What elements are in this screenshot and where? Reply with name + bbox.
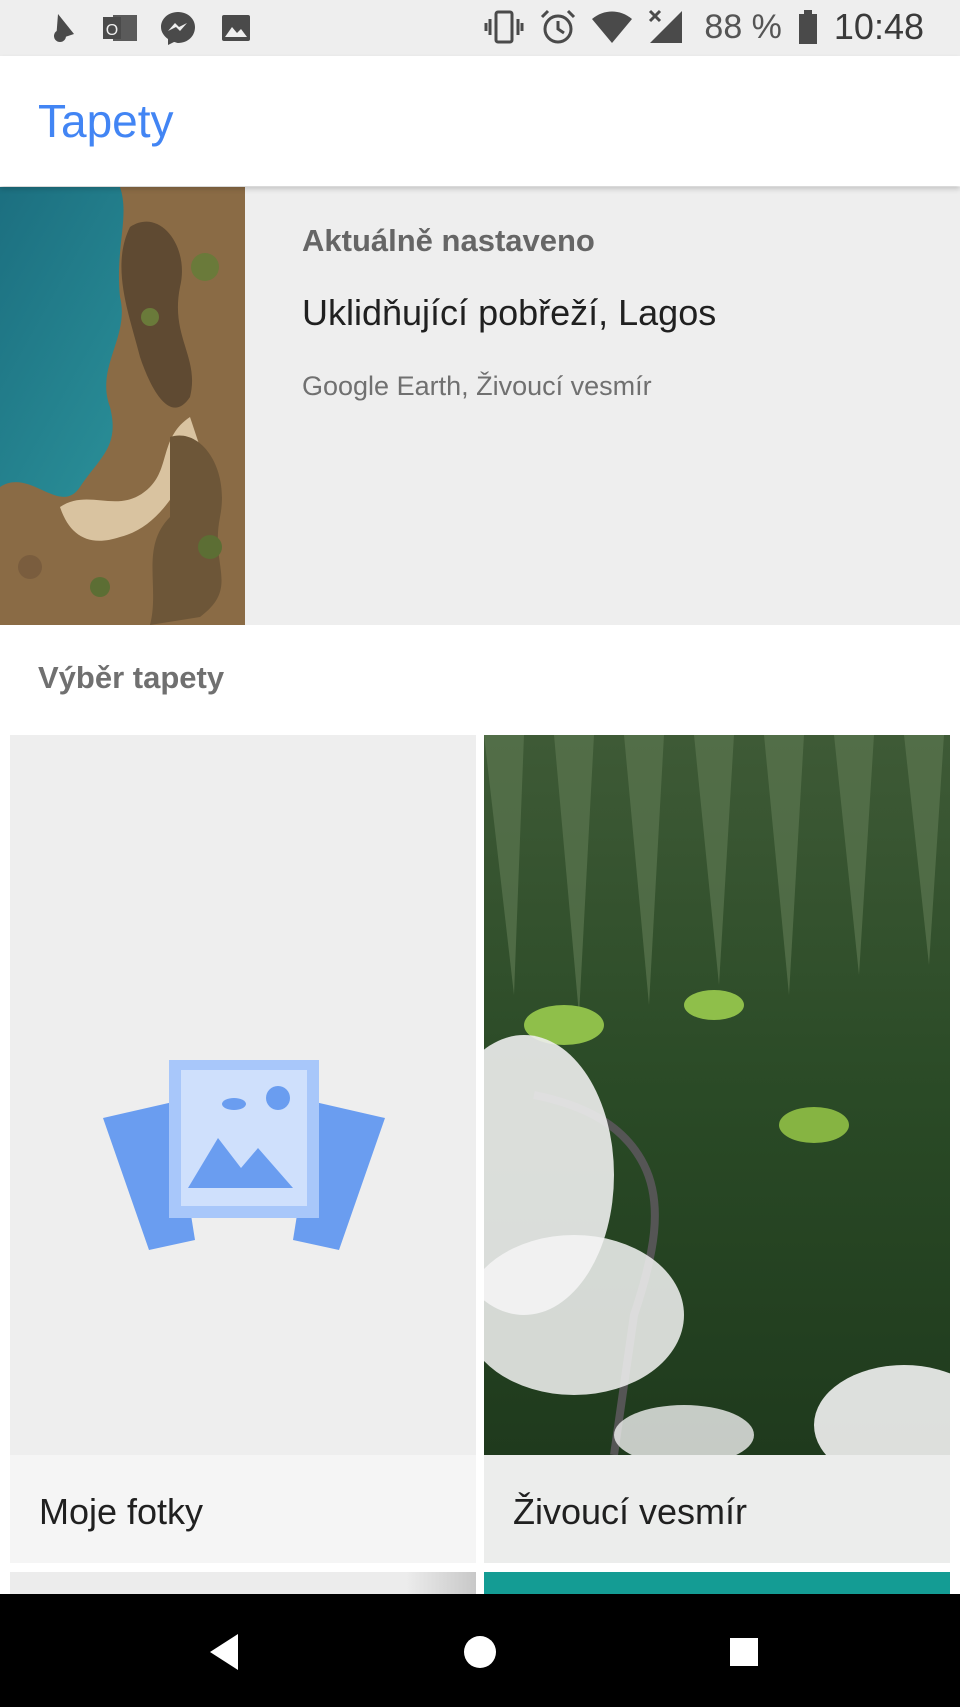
page-title: Tapety bbox=[38, 95, 174, 147]
section-label: Výběr tapety bbox=[38, 660, 225, 695]
tile-living-universe-image bbox=[484, 735, 950, 1485]
tile-my-photos[interactable]: Moje fotky bbox=[10, 735, 476, 1563]
vibrate-icon bbox=[484, 7, 524, 47]
battery-percent: 88 % bbox=[704, 7, 782, 46]
tile-my-photos-image bbox=[10, 735, 476, 1455]
tile-label: Moje fotky bbox=[39, 1491, 204, 1532]
current-wallpaper-thumbnail[interactable] bbox=[0, 187, 245, 625]
tile-partial-right[interactable] bbox=[484, 1572, 950, 1594]
clock: 10:48 bbox=[833, 6, 924, 47]
tile-partial-left[interactable] bbox=[10, 1572, 476, 1594]
signal-icon bbox=[646, 7, 686, 47]
tile-living-universe-caption: Živoucí vesmír bbox=[484, 1455, 950, 1563]
current-heading: Aktuálně nastaveno bbox=[302, 223, 595, 258]
wifi-icon bbox=[592, 7, 633, 47]
navigation-bar bbox=[0, 1594, 960, 1707]
messenger-icon bbox=[158, 8, 198, 48]
photos-stack-icon bbox=[103, 1060, 385, 1260]
battery-icon bbox=[796, 7, 820, 47]
alarm-icon bbox=[538, 7, 578, 47]
current-wallpaper-card[interactable]: Aktuálně nastaveno Uklidňující pobřeží, … bbox=[0, 187, 960, 625]
current-wallpaper-title: Uklidňující pobřeží, Lagos bbox=[302, 292, 717, 333]
tile-my-photos-caption: Moje fotky bbox=[10, 1455, 476, 1563]
app-bar: Tapety bbox=[0, 56, 960, 186]
tile-label: Živoucí vesmír bbox=[513, 1491, 748, 1532]
outlook-icon: O bbox=[100, 8, 140, 48]
back-icon[interactable] bbox=[196, 1624, 252, 1680]
svg-text:O: O bbox=[106, 22, 118, 39]
bell-pen-icon bbox=[42, 8, 82, 48]
gallery-icon bbox=[216, 8, 256, 48]
status-bar: O 88 % 10:48 bbox=[0, 0, 960, 56]
current-wallpaper-subtitle: Google Earth, Živoucí vesmír bbox=[302, 371, 652, 401]
home-icon[interactable] bbox=[452, 1624, 508, 1680]
tile-living-universe[interactable]: Živoucí vesmír bbox=[484, 735, 950, 1563]
recents-icon[interactable] bbox=[716, 1624, 772, 1680]
